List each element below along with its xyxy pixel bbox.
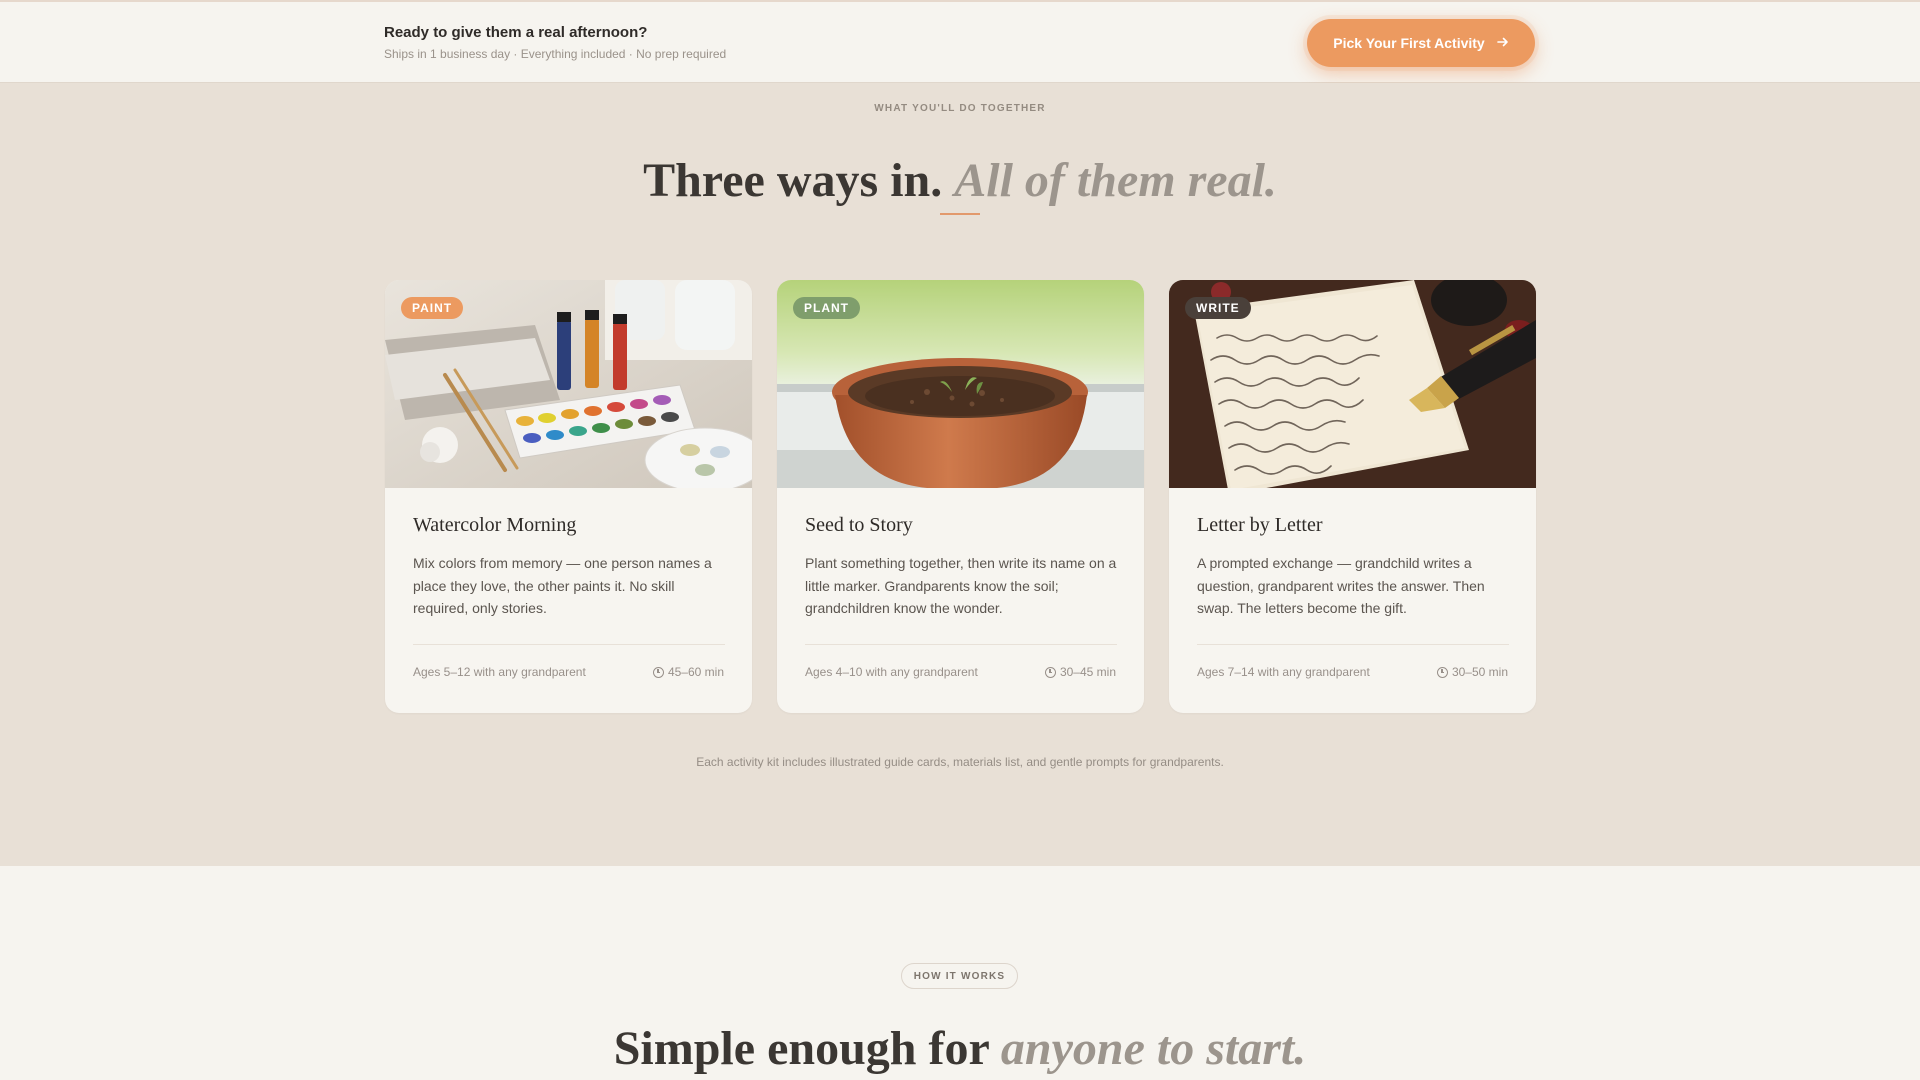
clock-icon	[1044, 666, 1056, 678]
card-divider	[805, 644, 1117, 645]
card-title: Watercolor Morning	[413, 514, 577, 536]
card-duration-text: 30–45 min	[1059, 665, 1116, 679]
card-duration-text: 45–60 min	[667, 665, 724, 679]
clock-icon	[1436, 666, 1448, 678]
section-title-emphasis: All of them real.	[954, 154, 1277, 207]
activity-card-plant[interactable]: PLANT Seed to Story Plant something toge…	[777, 280, 1144, 713]
activity-card-write[interactable]: WRITE Letter by Letter A prompted exchan…	[1169, 280, 1536, 713]
watercolor-kit-image: PAINT	[385, 280, 752, 488]
how-it-works-pill: HOW IT WORKS	[901, 963, 1018, 989]
cta-bar-headline: Ready to give them a real afternoon?	[384, 24, 648, 41]
cta-bar-text: Ready to give them a real afternoon? Shi…	[384, 24, 726, 61]
card-ages: Ages 7–14 with any grandparent	[1197, 665, 1370, 679]
title-underline	[940, 213, 980, 215]
clock-icon	[652, 666, 664, 678]
category-badge-paint: PAINT	[401, 297, 464, 319]
card-description: Plant something together, then write its…	[805, 555, 1117, 616]
card-ages: Ages 5–12 with any grandparent	[413, 665, 586, 679]
handwritten-letter-image: WRITE	[1169, 280, 1536, 488]
card-duration-text: 30–50 min	[1451, 665, 1508, 679]
activities-section: WHAT YOU'LL DO TOGETHER Three ways in. A…	[0, 83, 1920, 866]
card-ages: Ages 4–10 with any grandparent	[805, 665, 978, 679]
cta-button-label: Pick Your First Activity	[1333, 35, 1485, 51]
category-badge-write: WRITE	[1185, 297, 1251, 319]
pick-first-activity-button[interactable]: Pick Your First Activity	[1307, 19, 1535, 67]
card-title: Letter by Letter	[1197, 514, 1323, 536]
section-title-main: Three ways in.	[643, 154, 943, 207]
arrow-right-icon	[1496, 35, 1509, 51]
how-title-main: Simple enough for	[613, 1022, 989, 1075]
category-badge-plant: PLANT	[793, 297, 860, 319]
how-it-works-section: HOW IT WORKS Simple enough for anyone to…	[0, 866, 1920, 1080]
kit-footnote: Each activity kit includes illustrated g…	[696, 755, 1224, 769]
card-duration: 30–50 min	[1436, 665, 1508, 679]
card-description: Mix colors from memory — one person name…	[413, 555, 712, 616]
seedling-pot-image: PLANT	[777, 280, 1144, 488]
card-description: A prompted exchange — grandchild writes …	[1197, 555, 1485, 616]
sticky-cta-bar: Ready to give them a real afternoon? Shi…	[0, 0, 1920, 83]
card-divider	[413, 644, 725, 645]
card-divider	[1197, 644, 1509, 645]
how-it-works-title: Simple enough for anyone to start.	[0, 1021, 1920, 1076]
section-eyebrow: WHAT YOU'LL DO TOGETHER	[874, 103, 1046, 114]
cta-bar-subline: Ships in 1 business day · Everything inc…	[384, 47, 727, 61]
activity-card-paint[interactable]: PAINT Watercolor Morning Mix colors from…	[385, 280, 752, 713]
card-duration: 45–60 min	[652, 665, 724, 679]
card-duration: 30–45 min	[1044, 665, 1116, 679]
card-title: Seed to Story	[805, 514, 913, 536]
how-title-emphasis: anyone to start.	[1000, 1022, 1307, 1075]
section-title: Three ways in. All of them real.	[0, 153, 1920, 208]
